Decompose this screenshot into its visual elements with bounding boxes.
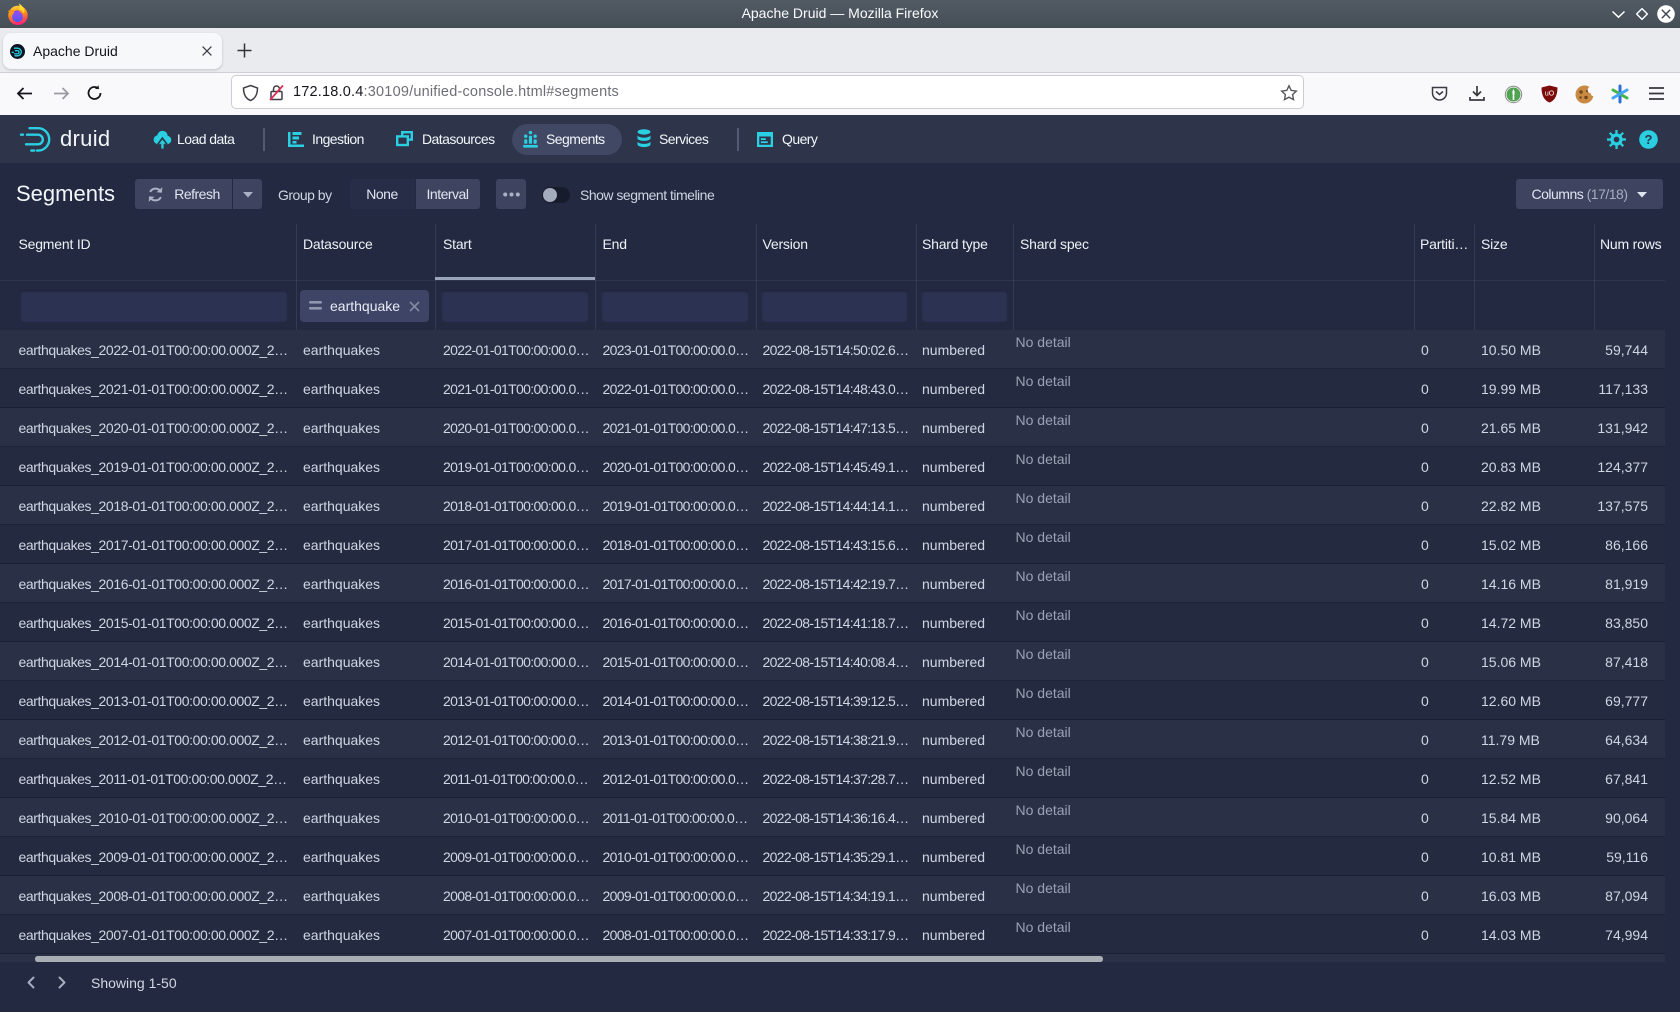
svg-text:?: ? bbox=[1645, 132, 1653, 147]
svg-text:uO: uO bbox=[1545, 91, 1555, 98]
